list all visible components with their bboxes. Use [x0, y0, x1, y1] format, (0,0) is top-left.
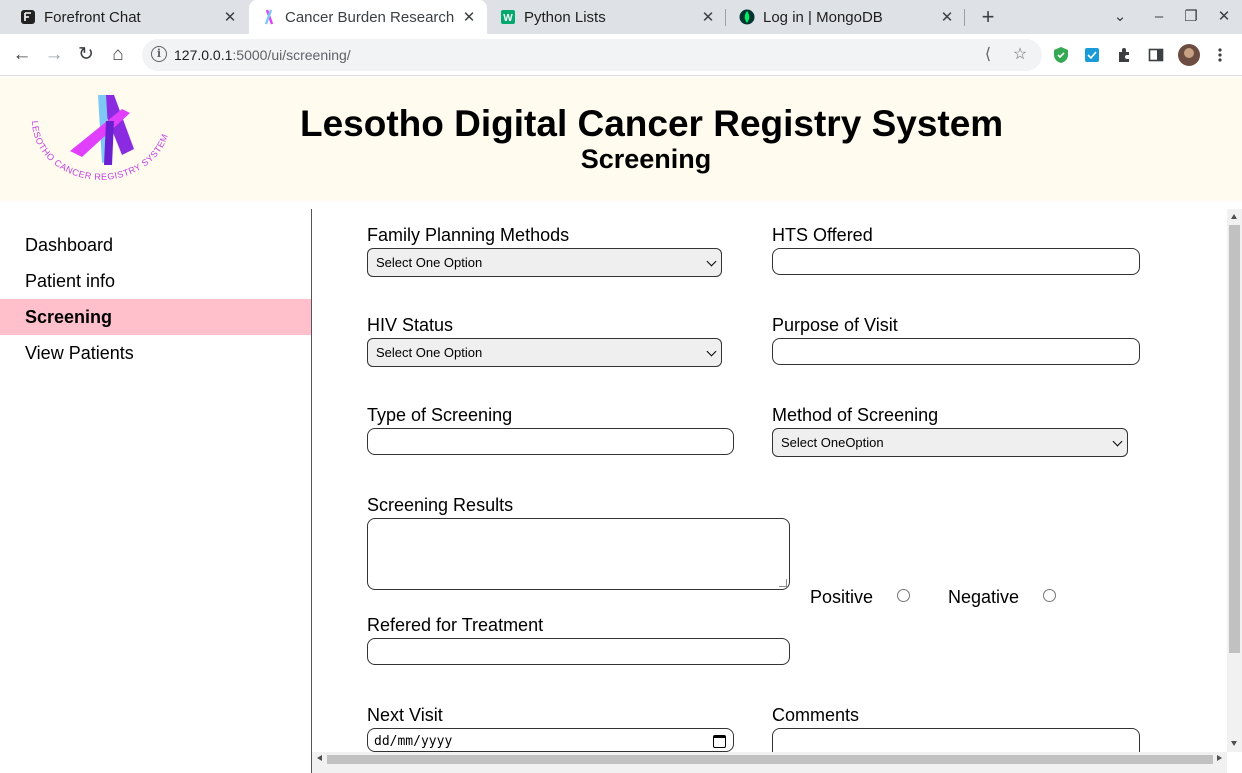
site-info-icon[interactable]: i	[151, 46, 167, 62]
close-icon[interactable]: ✕	[457, 8, 481, 26]
scroll-left-arrow-icon[interactable]	[317, 755, 322, 761]
back-arrow-icon[interactable]: ←	[8, 41, 36, 69]
type-of-screening-input[interactable]	[367, 428, 734, 455]
page-title: Screening	[580, 144, 712, 174]
address-bar[interactable]: i 127.0.0.1:5000/ui/screening/ ⟨ ☆	[142, 39, 1042, 71]
family-planning-selected: Select One Option	[376, 255, 483, 270]
vertical-scrollbar[interactable]	[1227, 209, 1242, 752]
tab-title: Forefront Chat	[44, 8, 141, 26]
scroll-down-arrow-icon[interactable]	[1231, 741, 1237, 746]
sidebar-item-dashboard[interactable]: Dashboard	[0, 227, 311, 263]
scroll-right-arrow-icon[interactable]	[1217, 755, 1222, 761]
type-of-screening-label: Type of Screening	[367, 405, 513, 425]
horizontal-scrollbar[interactable]	[312, 752, 1227, 773]
tab-forefront-chat[interactable]: Forefront Chat ✕	[8, 0, 248, 34]
hts-offered-label: HTS Offered	[772, 225, 873, 245]
minimize-icon[interactable]: –	[1147, 5, 1171, 29]
tab-cancer-burden-research[interactable]: Cancer Burden Research F ✕	[249, 0, 487, 34]
close-icon[interactable]: ✕	[696, 8, 720, 26]
hiv-status-select[interactable]: Select One Option	[367, 338, 722, 367]
date-placeholder: dd/mm/yyyy	[374, 734, 453, 749]
positive-radio[interactable]	[897, 589, 910, 602]
ribbon-icon	[261, 9, 277, 25]
tab-mongodb-login[interactable]: Log in | MongoDB ✕	[727, 0, 965, 34]
site-title: Lesotho Digital Cancer Registry System	[300, 103, 1004, 144]
tab-title: Cancer Burden Research F	[285, 8, 457, 26]
restore-icon[interactable]: ❐	[1179, 5, 1203, 29]
page-header: LESOTHO CANCER REGISTRY SYSTEM Lesotho D…	[0, 77, 1242, 201]
scroll-up-arrow-icon[interactable]	[1231, 214, 1237, 219]
close-icon[interactable]: ✕	[218, 8, 242, 26]
referred-for-treatment-label: Refered for Treatment	[367, 615, 544, 635]
chevron-down-icon	[706, 256, 717, 267]
resize-grip-icon[interactable]	[779, 579, 787, 587]
checkbox-extension-icon[interactable]	[1082, 45, 1102, 65]
forward-arrow-icon[interactable]: →	[40, 41, 68, 69]
method-of-screening-select[interactable]: Select OneOption	[772, 428, 1128, 457]
close-icon[interactable]: ✕	[935, 8, 959, 26]
extensions-puzzle-icon[interactable]	[1114, 45, 1134, 65]
method-of-screening-label: Method of Screening	[772, 405, 939, 425]
screening-results-textarea[interactable]	[367, 518, 790, 590]
positive-label: Positive	[810, 587, 874, 607]
bookmark-star-icon[interactable]: ☆	[1009, 44, 1031, 66]
share-icon[interactable]: ⟨	[977, 44, 999, 66]
forefront-icon	[20, 9, 36, 25]
new-tab-plus-icon[interactable]: +	[976, 5, 1000, 29]
sidebar-item-view-patients[interactable]: View Patients	[0, 335, 311, 371]
tab-title: Python Lists	[524, 8, 606, 26]
negative-label: Negative	[948, 587, 1020, 607]
vertical-scroll-thumb[interactable]	[1229, 225, 1240, 653]
comments-input[interactable]	[772, 728, 1140, 752]
reload-icon[interactable]: ↻	[72, 41, 100, 69]
tab-python-lists[interactable]: W Python Lists ✕	[488, 0, 726, 34]
svg-text:W: W	[503, 13, 513, 24]
profile-avatar[interactable]	[1178, 44, 1200, 66]
tab-title: Log in | MongoDB	[763, 8, 883, 26]
side-panel-icon[interactable]	[1146, 45, 1166, 65]
family-planning-label: Family Planning Methods	[367, 225, 570, 245]
mongodb-leaf-icon	[739, 9, 755, 25]
negative-radio[interactable]	[1043, 589, 1056, 602]
horizontal-scroll-thumb[interactable]	[327, 755, 1213, 764]
method-of-screening-selected: Select OneOption	[781, 435, 884, 450]
home-icon[interactable]: ⌂	[104, 41, 132, 69]
tab-search-chevron-icon[interactable]: ⌄	[1108, 5, 1132, 29]
url-path: :5000/ui/screening/	[232, 47, 351, 63]
next-visit-date-input[interactable]: dd/mm/yyyy	[367, 728, 734, 752]
sidebar-item-screening[interactable]: Screening	[0, 299, 311, 335]
sidebar-item-patient-info[interactable]: Patient info	[0, 263, 311, 299]
browser-tab-strip: Forefront Chat ✕ Cancer Burden Research …	[0, 0, 1242, 34]
browser-toolbar: ← → ↻ ⌂ i 127.0.0.1:5000/ui/screening/ ⟨…	[0, 34, 1242, 76]
purpose-of-visit-label: Purpose of Visit	[772, 315, 898, 335]
chevron-down-icon	[1112, 436, 1123, 447]
url-host: 127.0.0.1	[174, 47, 233, 63]
calendar-icon[interactable]	[713, 735, 726, 748]
comments-label: Comments	[772, 705, 860, 725]
tab-separator	[964, 9, 965, 26]
hiv-status-label: HIV Status	[367, 315, 454, 335]
window-close-icon[interactable]: ✕	[1212, 5, 1236, 29]
family-planning-select[interactable]: Select One Option	[367, 248, 722, 277]
referred-for-treatment-input[interactable]	[367, 638, 790, 665]
sidebar-nav: Dashboard Patient info Screening View Pa…	[0, 209, 312, 773]
chevron-down-icon	[706, 346, 717, 357]
url-text[interactable]: 127.0.0.1:5000/ui/screening/	[174, 47, 351, 63]
w3schools-icon: W	[500, 9, 516, 25]
kebab-menu-icon[interactable]	[1210, 45, 1230, 65]
hiv-status-selected: Select One Option	[376, 345, 483, 360]
registry-logo: LESOTHO CANCER REGISTRY SYSTEM	[26, 91, 176, 191]
screening-results-label: Screening Results	[367, 495, 514, 515]
hts-offered-input[interactable]	[772, 248, 1140, 275]
purpose-of-visit-input[interactable]	[772, 338, 1140, 365]
tab-separator	[725, 9, 726, 26]
next-visit-label: Next Visit	[367, 705, 443, 725]
shield-extension-icon[interactable]	[1051, 45, 1071, 65]
